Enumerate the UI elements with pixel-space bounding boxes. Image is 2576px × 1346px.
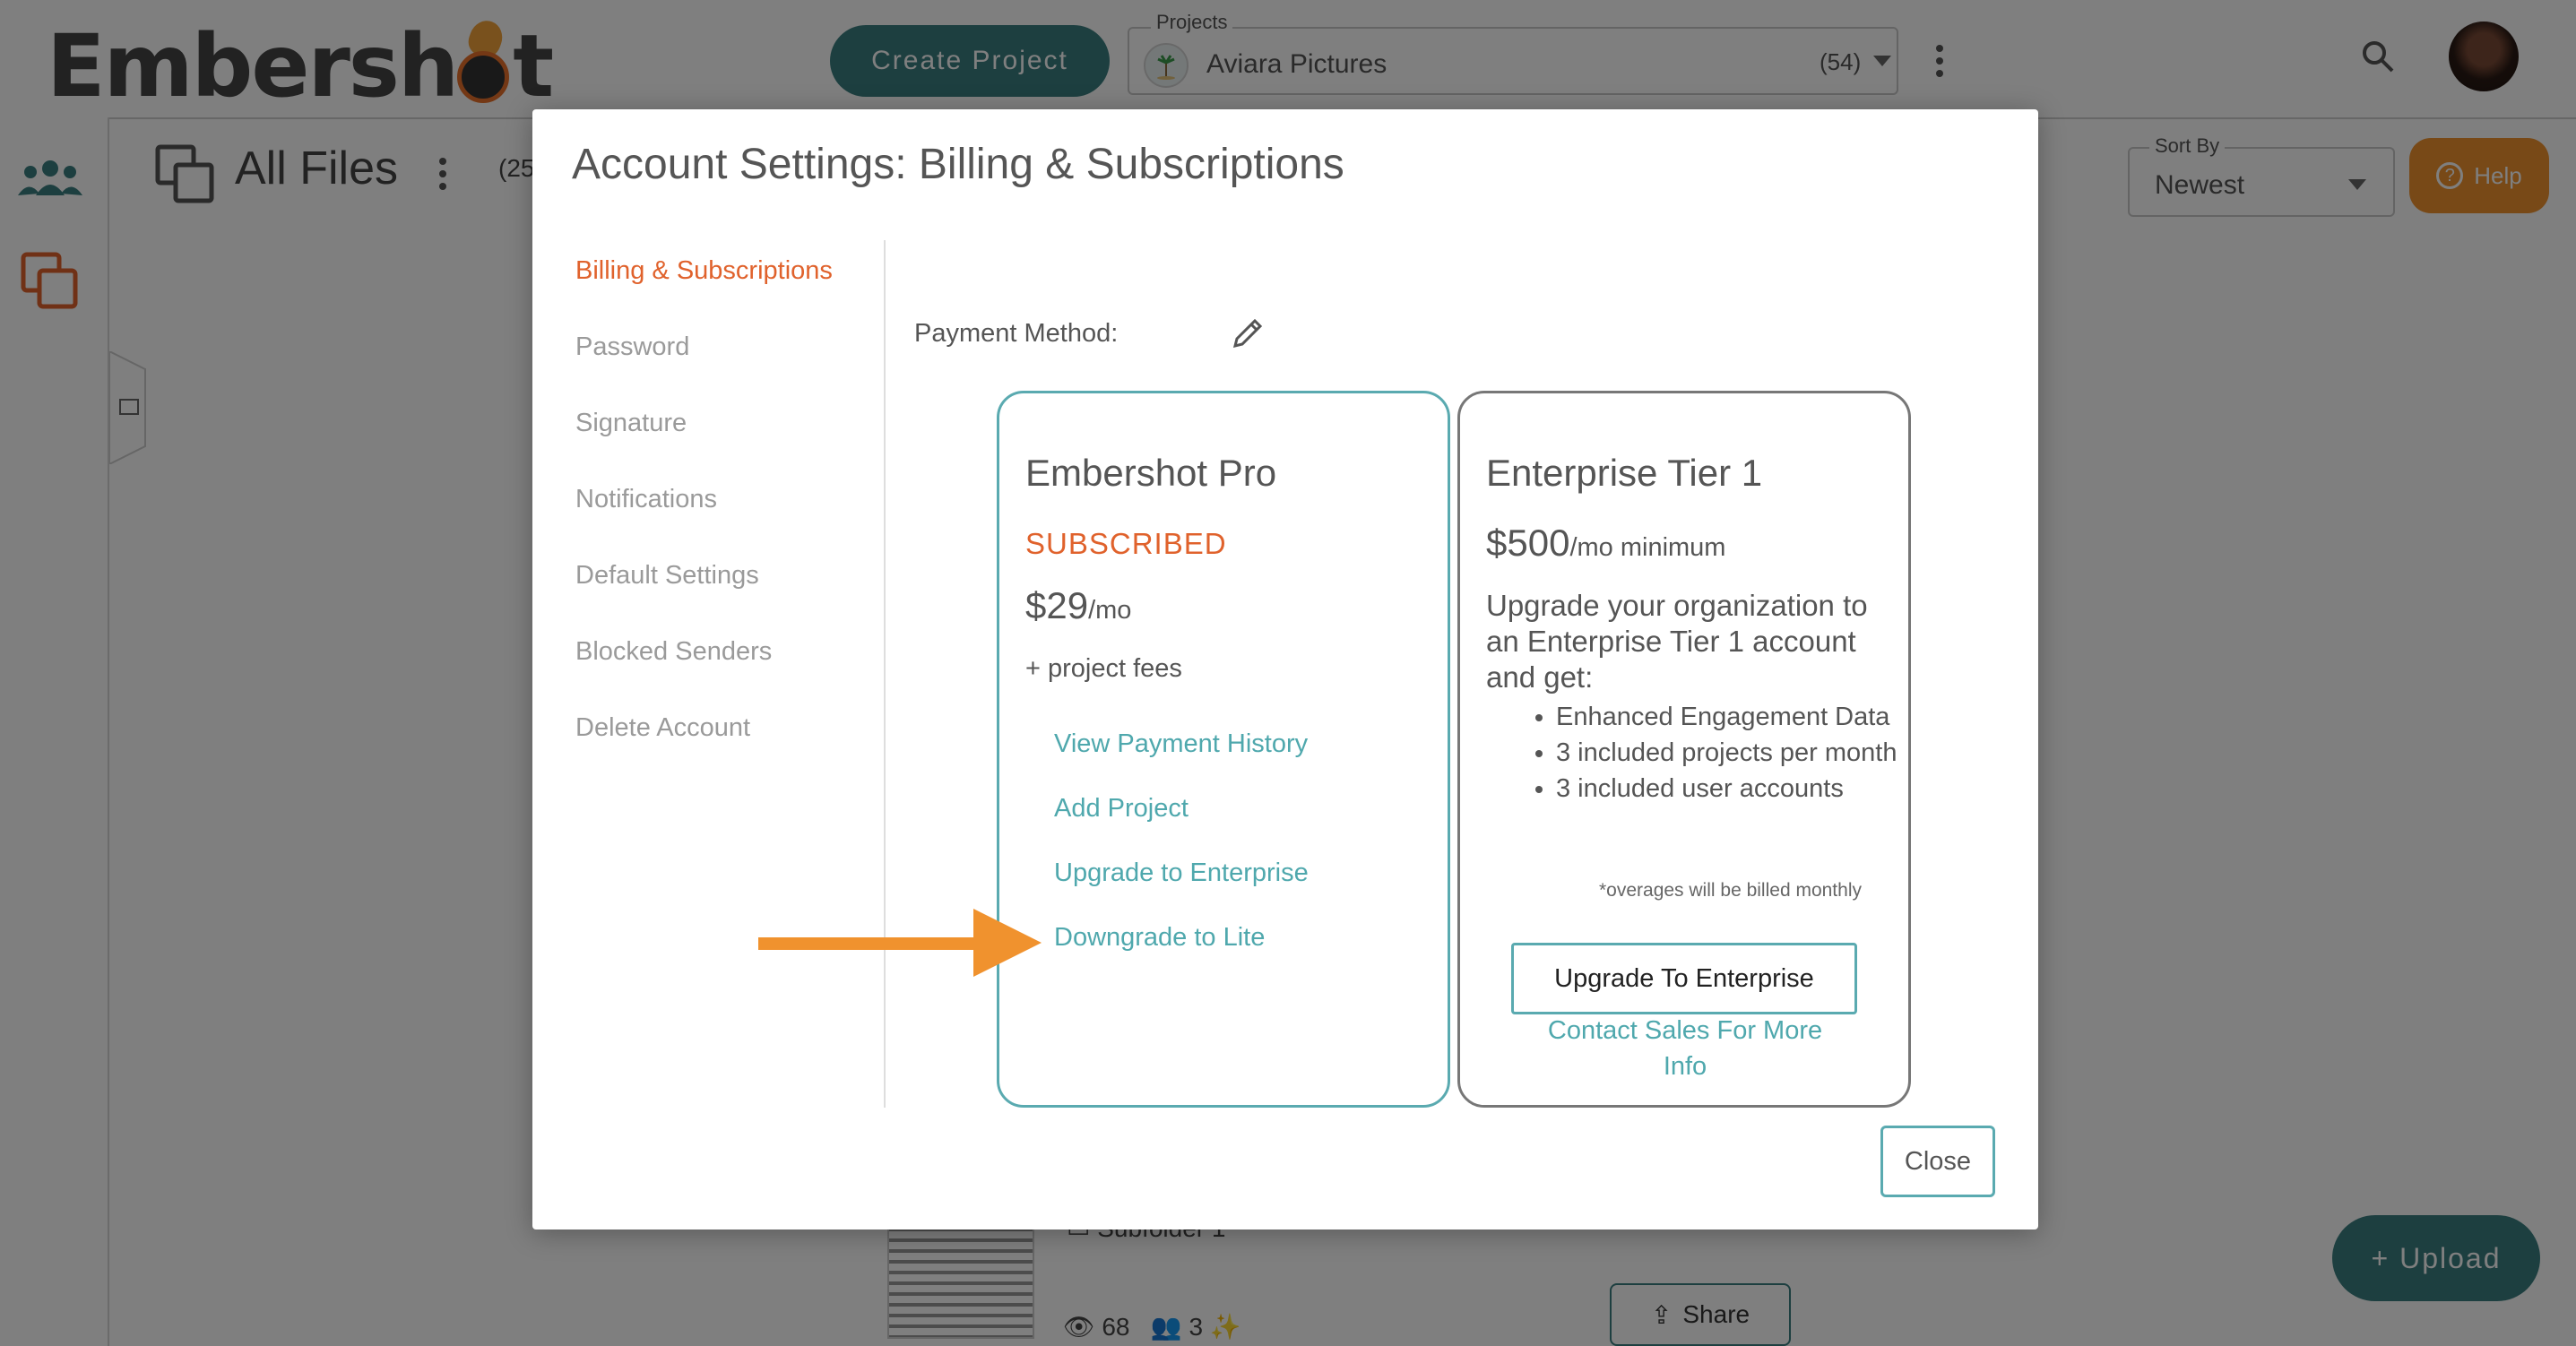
upgrade-to-enterprise-button[interactable]: Upgrade To Enterprise xyxy=(1511,943,1857,1014)
enterprise-price-unit: /mo minimum xyxy=(1569,533,1726,562)
nav-default-settings[interactable]: Default Settings xyxy=(575,561,759,591)
view-payment-history-link[interactable]: View Payment History xyxy=(1054,729,1308,759)
pro-status-badge: SUBSCRIBED xyxy=(1025,527,1227,560)
enterprise-plan-name: Enterprise Tier 1 xyxy=(1486,452,1763,494)
feature-item: 3 included user accounts xyxy=(1556,771,1915,807)
feature-item: 3 included projects per month xyxy=(1556,735,1915,771)
nav-signature[interactable]: Signature xyxy=(575,409,687,438)
add-project-link[interactable]: Add Project xyxy=(1054,794,1189,824)
upgrade-to-enterprise-link[interactable]: Upgrade to Enterprise xyxy=(1054,859,1309,888)
nav-notifications[interactable]: Notifications xyxy=(575,485,717,514)
feature-item: Enhanced Engagement Data xyxy=(1556,699,1915,735)
downgrade-to-lite-link[interactable]: Downgrade to Lite xyxy=(1054,923,1265,953)
nav-password[interactable]: Password xyxy=(575,332,689,362)
pro-fees: + project fees xyxy=(1025,654,1182,683)
nav-billing-subscriptions[interactable]: Billing & Subscriptions xyxy=(575,256,833,286)
edit-pencil-icon[interactable] xyxy=(1230,315,1266,351)
annotation-arrow-icon xyxy=(758,909,1042,977)
pro-price: $29/mo xyxy=(1025,584,1131,627)
pro-price-amount: $29 xyxy=(1025,584,1089,626)
enterprise-feature-list: Enhanced Engagement Data 3 included proj… xyxy=(1529,699,1915,807)
overages-note: *overages will be billed monthly xyxy=(1599,880,1862,901)
enterprise-price-amount: $500 xyxy=(1486,522,1570,564)
enterprise-description: Upgrade your organization to an Enterpri… xyxy=(1486,589,1868,694)
modal-title: Account Settings: Billing & Subscription… xyxy=(572,141,1344,188)
pro-price-unit: /mo xyxy=(1088,596,1132,625)
nav-delete-account[interactable]: Delete Account xyxy=(575,713,750,743)
close-button[interactable]: Close xyxy=(1880,1126,1995,1197)
payment-method-label: Payment Method: xyxy=(914,319,1119,348)
enterprise-price: $500/mo minimum xyxy=(1486,522,1725,565)
contact-sales-link[interactable]: Contact Sales For More Info xyxy=(1524,1013,1846,1084)
nav-blocked-senders[interactable]: Blocked Senders xyxy=(575,637,772,667)
pro-plan-name: Embershot Pro xyxy=(1025,452,1277,494)
